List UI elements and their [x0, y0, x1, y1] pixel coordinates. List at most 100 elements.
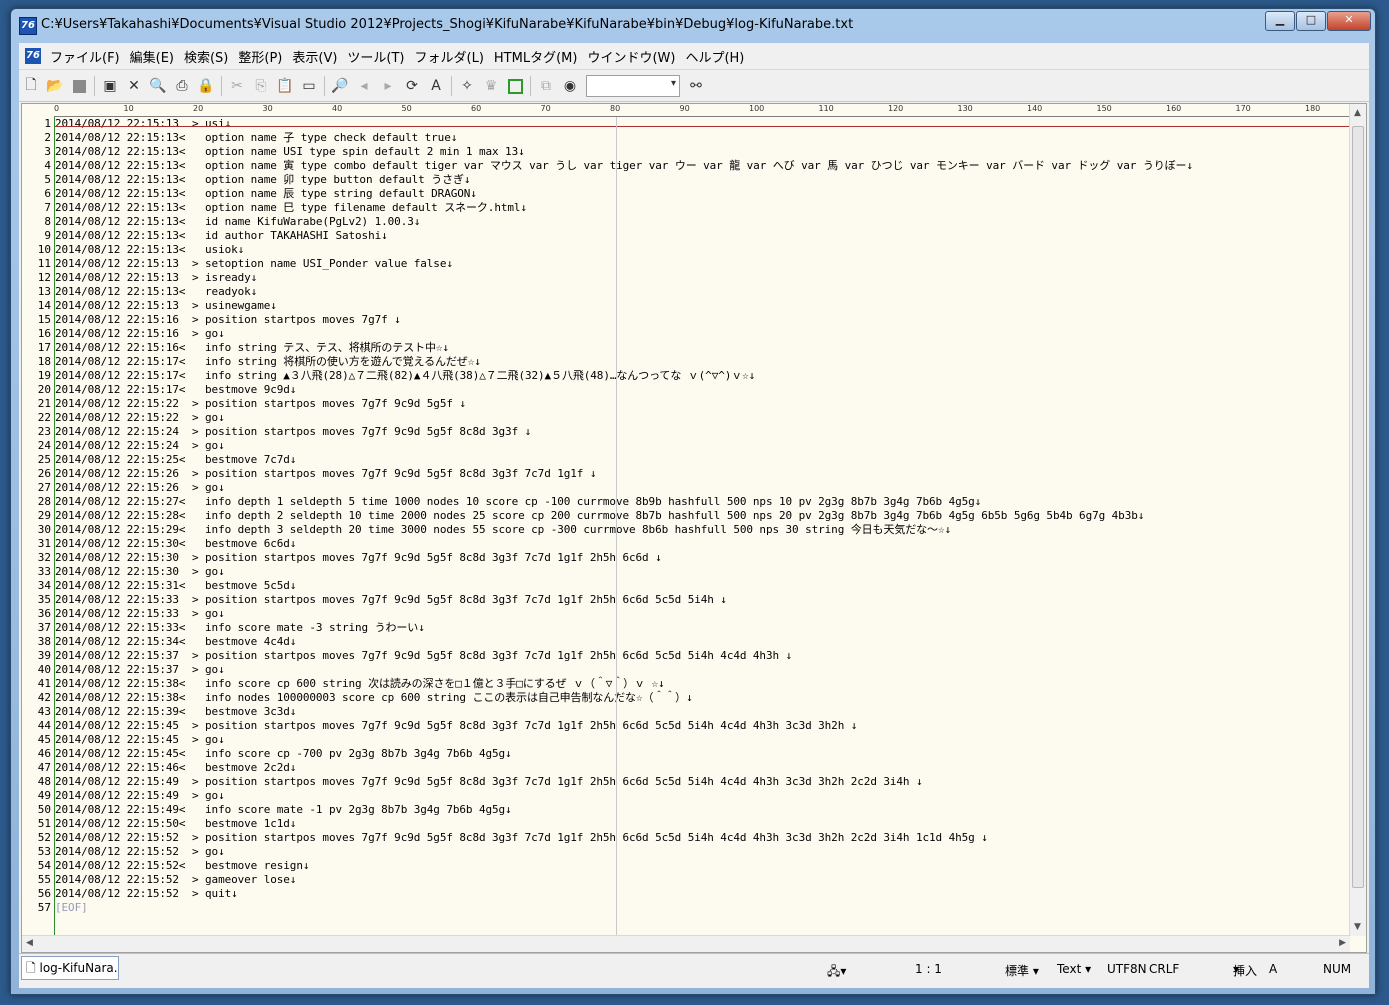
- text-line[interactable]: 2014/08/12 22:15:13< id name KifuWarabe(…: [55, 215, 420, 229]
- scroll-down-icon[interactable]: ▼: [1354, 922, 1361, 932]
- text-line[interactable]: 2014/08/12 22:15:13 > isready↓: [55, 271, 257, 285]
- open-folder-icon[interactable]: 📂: [44, 75, 66, 97]
- text-line[interactable]: 2014/08/12 22:15:39< bestmove 3c3d↓: [55, 705, 296, 719]
- compare-icon[interactable]: ⧉: [535, 75, 557, 97]
- select-all-icon[interactable]: ▭: [298, 75, 320, 97]
- replace-icon[interactable]: ⟳: [401, 75, 423, 97]
- text-line[interactable]: 2014/08/12 22:15:34< bestmove 4c4d↓: [55, 635, 296, 649]
- menu-help[interactable]: ヘルプ(H): [680, 47, 749, 66]
- encoding-label[interactable]: UTF8N: [1107, 962, 1147, 976]
- text-line[interactable]: 2014/08/12 22:15:22 > position startpos …: [55, 397, 466, 411]
- text-line[interactable]: 2014/08/12 22:15:13< usiok↓: [55, 243, 244, 257]
- text-line[interactable]: 2014/08/12 22:15:52 > gameover lose↓: [55, 873, 296, 887]
- text-line[interactable]: 2014/08/12 22:15:29< info depth 3 seldep…: [55, 523, 951, 537]
- text-line[interactable]: 2014/08/12 22:15:30 > position startpos …: [55, 551, 662, 565]
- title-bar[interactable]: 76 C:¥Users¥Takahashi¥Documents¥Visual S…: [11, 9, 1375, 37]
- lock-icon[interactable]: 🔒: [195, 75, 217, 97]
- text-line[interactable]: 2014/08/12 22:15:13< id author TAKAHASHI…: [55, 229, 388, 243]
- menu-view[interactable]: 表示(V): [287, 47, 342, 66]
- minimize-button[interactable]: ▁: [1265, 11, 1295, 31]
- vertical-scrollbar[interactable]: ▲ ▼: [1349, 104, 1366, 936]
- text-line[interactable]: 2014/08/12 22:15:17< info string 将棋所の使い方…: [55, 355, 481, 369]
- tag-icon[interactable]: ♛: [480, 75, 502, 97]
- document-menu-icon[interactable]: 76: [25, 48, 41, 64]
- menu-format[interactable]: 整形(P): [233, 47, 287, 66]
- text-line[interactable]: 2014/08/12 22:15:13< option name USI typ…: [55, 145, 525, 159]
- text-line[interactable]: 2014/08/12 22:15:45 > go↓: [55, 733, 225, 747]
- mode-select[interactable]: Text ▾: [1057, 962, 1091, 976]
- print-icon[interactable]: ⎙: [171, 75, 193, 97]
- save-icon[interactable]: [68, 75, 90, 97]
- text-line[interactable]: 2014/08/12 22:15:17< info string ▲３八飛(28…: [55, 369, 755, 383]
- text-line[interactable]: 2014/08/12 22:15:52 > go↓: [55, 845, 225, 859]
- text-content[interactable]: 2014/08/12 22:15:13 > usi↓ 2014/08/12 22:…: [55, 117, 1350, 936]
- text-line[interactable]: 2014/08/12 22:15:30 > go↓: [55, 565, 225, 579]
- close-button[interactable]: ✕: [1327, 11, 1371, 31]
- text-line[interactable]: 2014/08/12 22:15:27< info depth 1 seldep…: [55, 495, 981, 509]
- text-line[interactable]: 2014/08/12 22:15:26 > go↓: [55, 481, 225, 495]
- text-editor[interactable]: 0 10 20 30 40 50 60 70 80 90 100 110 120 130 140 150 160…: [21, 103, 1367, 953]
- text-line[interactable]: 2014/08/12 22:15:24 > position startpos …: [55, 425, 531, 439]
- text-line[interactable]: 2014/08/12 22:15:24 > go↓: [55, 439, 225, 453]
- menu-edit[interactable]: 編集(E): [125, 47, 179, 66]
- find-prev-icon[interactable]: ◂: [353, 75, 375, 97]
- insert-mode[interactable]: 挿入: [1233, 962, 1257, 979]
- text-line[interactable]: 2014/08/12 22:15:13< option name 辰 type …: [55, 187, 477, 201]
- text-line[interactable]: [EOF]: [55, 901, 88, 915]
- text-line[interactable]: 2014/08/12 22:15:16< info string テス、テス、将…: [55, 341, 449, 355]
- document-tab[interactable]: 🗋 log-KifuNara...: [21, 956, 119, 980]
- style-select[interactable]: 標準 ▾: [1005, 962, 1039, 979]
- find-next-icon[interactable]: ▸: [377, 75, 399, 97]
- text-line[interactable]: 2014/08/12 22:15:13 > usi↓: [55, 117, 231, 131]
- text-line[interactable]: 2014/08/12 22:15:49 > position startpos …: [55, 775, 923, 789]
- maximize-button[interactable]: □: [1296, 11, 1326, 31]
- text-line[interactable]: 2014/08/12 22:15:45 > position startpos …: [55, 719, 857, 733]
- find-icon[interactable]: 🔎: [329, 75, 351, 97]
- menu-file[interactable]: ファイル(F): [45, 47, 125, 66]
- text-line[interactable]: 2014/08/12 22:15:33 > position startpos …: [55, 593, 727, 607]
- text-line[interactable]: 2014/08/12 22:15:31< bestmove 5c5d↓: [55, 579, 296, 593]
- search-combo-box[interactable]: [586, 75, 680, 97]
- menu-window[interactable]: ウインドウ(W): [582, 47, 680, 66]
- text-line[interactable]: 2014/08/12 22:15:38< info nodes 10000000…: [55, 691, 693, 705]
- text-line[interactable]: 2014/08/12 22:15:38< info score cp 600 s…: [55, 677, 665, 691]
- text-line[interactable]: 2014/08/12 22:15:37 > go↓: [55, 663, 225, 677]
- network-icon[interactable]: 🖧▾: [827, 962, 846, 983]
- text-line[interactable]: 2014/08/12 22:15:22 > go↓: [55, 411, 225, 425]
- paste-icon[interactable]: 📋: [274, 75, 296, 97]
- vertical-scroll-thumb[interactable]: [1352, 126, 1364, 888]
- new-file-icon[interactable]: 🗋: [20, 75, 42, 97]
- text-line[interactable]: 2014/08/12 22:15:13< option name 寅 type …: [55, 159, 1193, 173]
- print-preview-icon[interactable]: 🔍: [147, 75, 169, 97]
- text-line[interactable]: 2014/08/12 22:15:45< info score cp -700 …: [55, 747, 512, 761]
- browser-icon[interactable]: ◉: [559, 75, 581, 97]
- text-line[interactable]: 2014/08/12 22:15:37 > position startpos …: [55, 649, 792, 663]
- ime-mode[interactable]: A: [1269, 962, 1277, 976]
- text-line[interactable]: 2014/08/12 22:15:33 > go↓: [55, 607, 225, 621]
- text-line[interactable]: 2014/08/12 22:15:13< option name 巳 type …: [55, 201, 527, 215]
- menu-html-tag[interactable]: HTMLタグ(M): [489, 47, 583, 66]
- app-icon[interactable]: 76: [19, 17, 37, 35]
- text-line[interactable]: 2014/08/12 22:15:46< bestmove 2c2d↓: [55, 761, 296, 775]
- text-line[interactable]: 2014/08/12 22:15:52< bestmove resign↓: [55, 859, 309, 873]
- text-line[interactable]: 2014/08/12 22:15:33< info score mate -3 …: [55, 621, 425, 635]
- text-line[interactable]: 2014/08/12 22:15:16 > position startpos …: [55, 313, 401, 327]
- menu-folder[interactable]: フォルダ(L): [410, 47, 489, 66]
- close-x-icon[interactable]: ✕: [123, 75, 145, 97]
- text-line[interactable]: 2014/08/12 22:15:52 > position startpos …: [55, 831, 988, 845]
- text-line[interactable]: 2014/08/12 22:15:13 > usinewgame↓: [55, 299, 277, 313]
- text-line[interactable]: 2014/08/12 22:15:13< option name 卯 type …: [55, 173, 470, 187]
- cut-icon[interactable]: ✂: [226, 75, 248, 97]
- text-line[interactable]: 2014/08/12 22:15:52 > quit↓: [55, 887, 238, 901]
- scroll-right-icon[interactable]: ▶: [1339, 938, 1346, 948]
- horizontal-scrollbar[interactable]: ◀ ▶: [22, 935, 1350, 952]
- text-line[interactable]: 2014/08/12 22:15:50< bestmove 1c1d↓: [55, 817, 296, 831]
- scroll-up-icon[interactable]: ▲: [1354, 108, 1361, 118]
- menu-tools[interactable]: ツール(T): [342, 47, 409, 66]
- text-line[interactable]: 2014/08/12 22:15:13< readyok↓: [55, 285, 257, 299]
- binoculars-icon[interactable]: ⚯: [685, 75, 707, 97]
- copy-icon[interactable]: ⎘: [250, 75, 272, 97]
- text-line[interactable]: 2014/08/12 22:15:13< option name 子 type …: [55, 131, 457, 145]
- box-icon[interactable]: [504, 75, 526, 97]
- text-line[interactable]: 2014/08/12 22:15:17< bestmove 9c9d↓: [55, 383, 296, 397]
